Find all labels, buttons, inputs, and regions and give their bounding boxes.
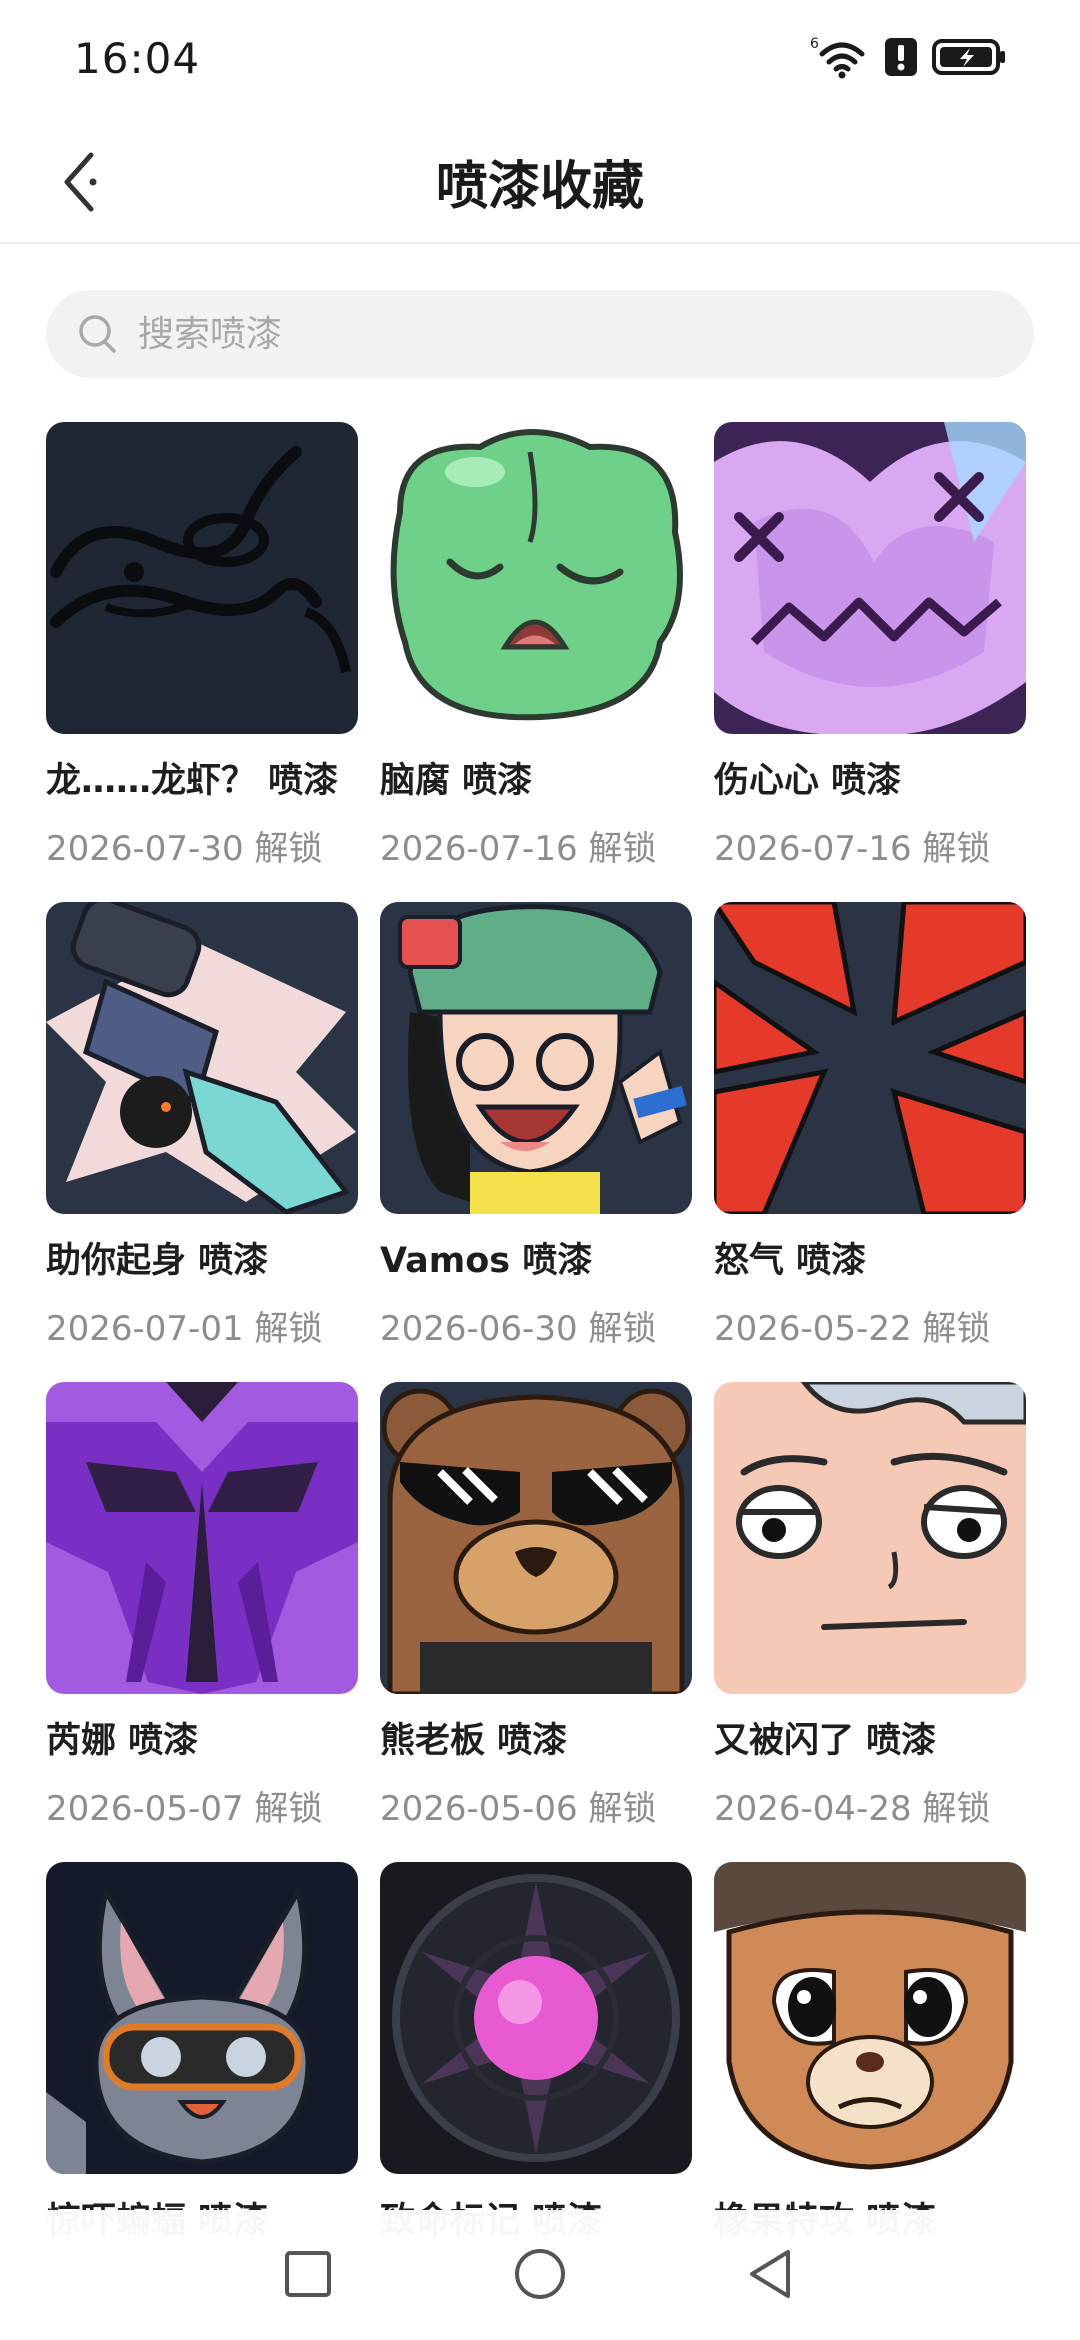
spray-name: 脑腐 喷漆	[380, 761, 533, 801]
recents-button[interactable]	[268, 2234, 348, 2314]
spray-unlock-date: 2026-05-06 解锁	[380, 1789, 657, 1829]
spray-card[interactable]: 芮娜 喷漆 2026-05-07 解锁	[46, 1382, 358, 1829]
spray-thumbnail-purple-emblem[interactable]	[46, 1382, 358, 1694]
spray-name: 龙……龙虾？ 喷漆	[46, 761, 339, 801]
spray-name: 又被闪了 喷漆	[714, 1721, 937, 1761]
spray-unlock-date: 2026-05-22 解锁	[714, 1309, 991, 1349]
spray-unlock-date: 2026-05-07 解锁	[46, 1789, 323, 1829]
spray-card[interactable]: 助你起身 喷漆 2026-07-01 解锁	[46, 902, 358, 1349]
spray-unlock-date: 2026-07-16 解锁	[714, 829, 991, 869]
status-bar: 16:04 6	[0, 0, 1080, 120]
nav-back-button[interactable]	[730, 2234, 810, 2314]
spray-name: Vamos 喷漆	[380, 1241, 593, 1281]
spray-thumbnail-doodle[interactable]	[46, 422, 358, 734]
spray-collection-screen: 16:04 6 喷漆收藏 搜索喷漆 龙……龙虾？ 喷漆 2026-07-30 解…	[0, 0, 1080, 2340]
spray-card[interactable]: 怒气 喷漆 2026-05-22 解锁	[714, 902, 1026, 1349]
spray-thumbnail-purple-heart[interactable]	[714, 422, 1026, 734]
spray-card[interactable]: 伤心心 喷漆 2026-07-16 解锁	[714, 422, 1026, 869]
spray-name: 助你起身 喷漆	[46, 1241, 269, 1281]
spray-name: 芮娜 喷漆	[46, 1721, 199, 1761]
search-input[interactable]	[136, 312, 990, 356]
search-bar[interactable]	[46, 290, 1034, 378]
spray-thumbnail-bear-sunglasses[interactable]	[380, 1382, 692, 1694]
wifi-icon: 6	[810, 34, 870, 84]
spray-thumbnail-robot-arm[interactable]	[46, 902, 358, 1214]
search-icon	[79, 315, 116, 353]
page-title: 喷漆收藏	[435, 157, 644, 217]
spray-thumbnail-blank-face[interactable]	[714, 1382, 1026, 1694]
spray-card[interactable]: 熊老板 喷漆 2026-05-06 解锁	[380, 1382, 692, 1829]
wifi-badge: 6	[810, 36, 819, 52]
spray-thumbnail-red-burst[interactable]	[714, 902, 1026, 1214]
spray-card[interactable]: Vamos 喷漆 2026-06-30 解锁	[380, 902, 692, 1349]
battery-charging-icon	[932, 37, 1008, 81]
status-time: 16:04	[74, 34, 201, 83]
spray-unlock-date: 2026-07-16 解锁	[380, 829, 657, 869]
spray-unlock-date: 2026-07-30 解锁	[46, 829, 323, 869]
status-icons: 6	[810, 34, 1008, 84]
spray-unlock-date: 2026-06-30 解锁	[380, 1309, 657, 1349]
spray-card[interactable]: 龙……龙虾？ 喷漆 2026-07-30 解锁	[46, 422, 358, 869]
back-triangle-icon	[750, 2250, 790, 2298]
home-button[interactable]	[500, 2234, 580, 2314]
app-header: 喷漆收藏	[0, 120, 1080, 244]
spray-card[interactable]: 又被闪了 喷漆 2026-04-28 解锁	[714, 1382, 1026, 1829]
alert-icon	[884, 37, 918, 81]
spray-unlock-date: 2026-04-28 解锁	[714, 1789, 991, 1829]
spray-name: 熊老板 喷漆	[380, 1721, 568, 1761]
spray-name: 怒气 喷漆	[714, 1241, 867, 1281]
system-nav-bar	[0, 2210, 1080, 2340]
spray-thumbnail-laughing-girl[interactable]	[380, 902, 692, 1214]
spray-thumbnail-squirrel[interactable]	[714, 1862, 1026, 2174]
recents-square-icon	[285, 2251, 331, 2297]
spray-thumbnail-green-brain[interactable]	[380, 422, 692, 734]
spray-name: 伤心心 喷漆	[714, 761, 902, 801]
spray-unlock-date: 2026-07-01 解锁	[46, 1309, 323, 1349]
home-circle-icon	[515, 2249, 565, 2299]
spray-thumbnail-bat[interactable]	[46, 1862, 358, 2174]
spray-card[interactable]: 脑腐 喷漆 2026-07-16 解锁	[380, 422, 692, 869]
spray-thumbnail-pink-orb[interactable]	[380, 1862, 692, 2174]
